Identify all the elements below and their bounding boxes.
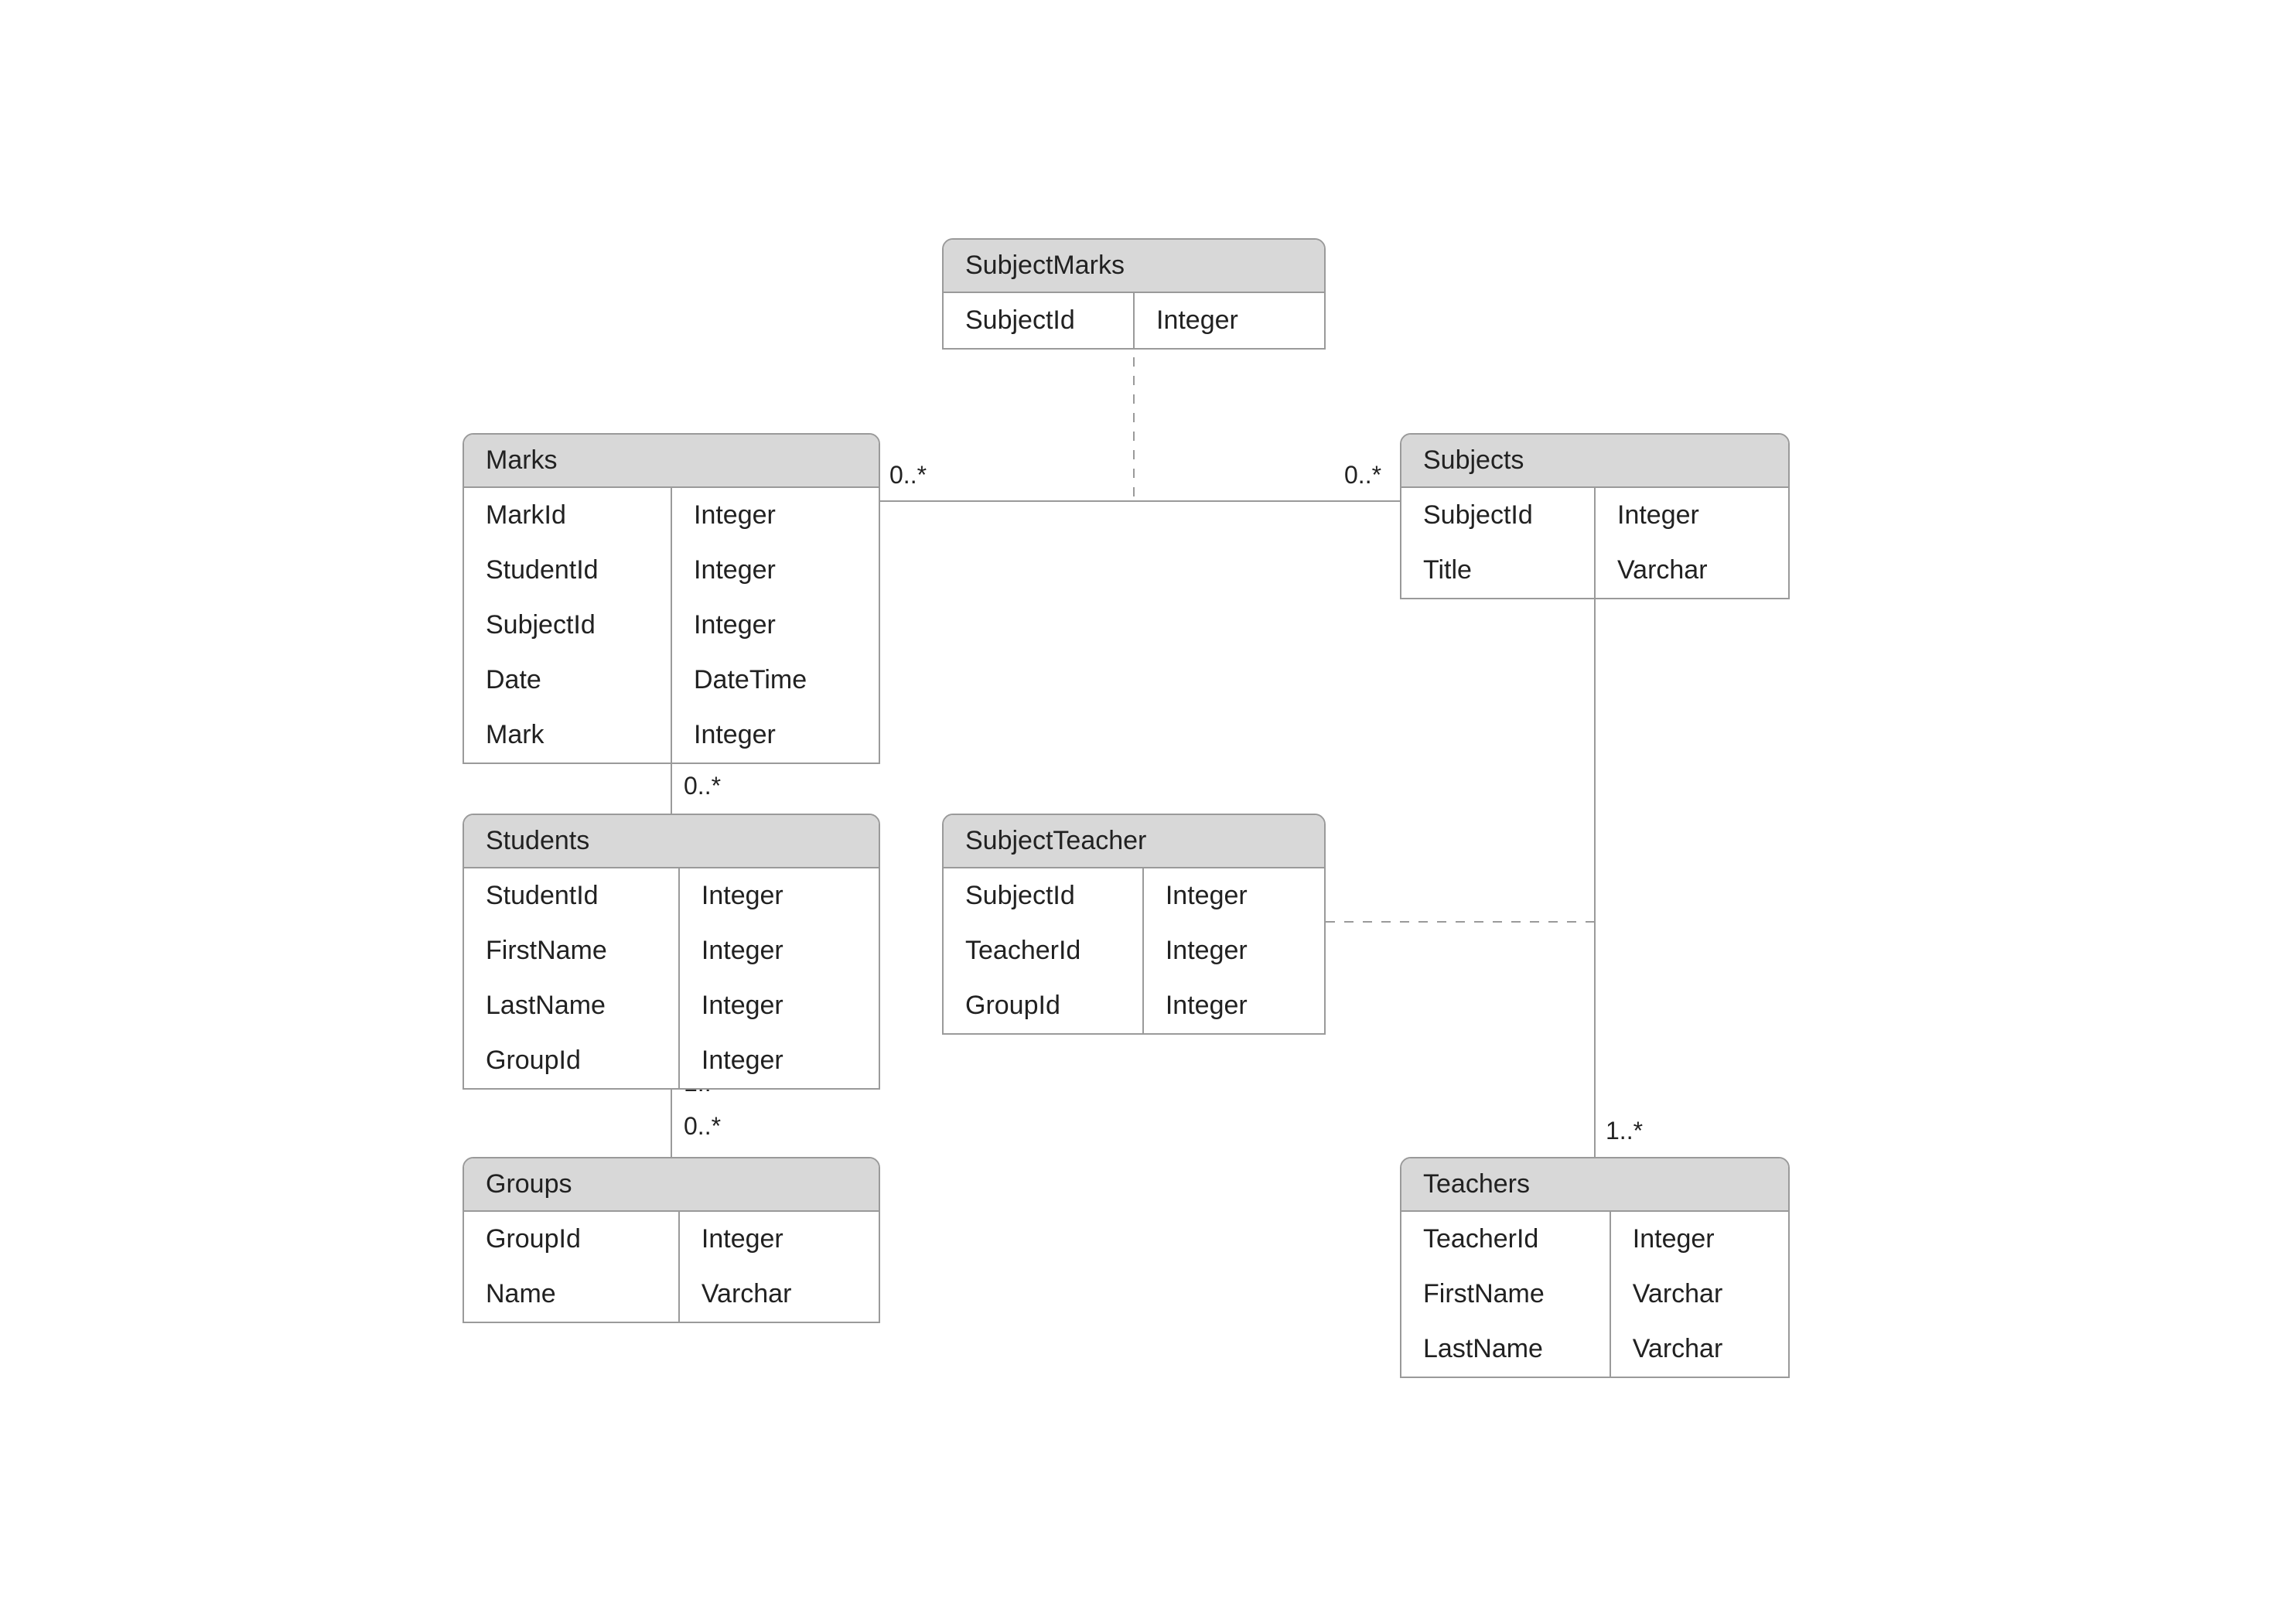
col-type: Integer bbox=[1144, 978, 1324, 1033]
col-type: Integer bbox=[680, 923, 879, 978]
col-type: Integer bbox=[1611, 1212, 1788, 1267]
col-name: MarkId bbox=[464, 488, 671, 543]
col-type: Integer bbox=[680, 1033, 879, 1088]
col-name: StudentId bbox=[464, 543, 671, 598]
col-name: FirstName bbox=[464, 923, 678, 978]
entity-teachers[interactable]: Teachers TeacherId FirstName LastName In… bbox=[1400, 1157, 1790, 1378]
col-name: SubjectId bbox=[944, 293, 1133, 348]
col-type: Integer bbox=[672, 598, 879, 653]
col-name: Title bbox=[1401, 543, 1594, 598]
entity-subjects[interactable]: Subjects SubjectId Title Integer Varchar bbox=[1400, 433, 1790, 599]
col-name: LastName bbox=[1401, 1322, 1610, 1377]
col-type: DateTime bbox=[672, 653, 879, 708]
entity-marks[interactable]: Marks MarkId StudentId SubjectId Date Ma… bbox=[463, 433, 880, 764]
col-name: SubjectId bbox=[1401, 488, 1594, 543]
col-name: StudentId bbox=[464, 868, 678, 923]
entity-title: Subjects bbox=[1401, 435, 1788, 488]
col-name: Name bbox=[464, 1267, 678, 1322]
mult-marks-right: 0..* bbox=[889, 461, 927, 490]
entity-title: Groups bbox=[464, 1158, 879, 1212]
mult-students-up: 0..* bbox=[684, 772, 721, 800]
mult-groups-up: 0..* bbox=[684, 1112, 721, 1141]
entity-title: SubjectTeacher bbox=[944, 815, 1324, 868]
entity-groups[interactable]: Groups GroupId Name Integer Varchar bbox=[463, 1157, 880, 1323]
col-type: Varchar bbox=[1596, 543, 1788, 598]
col-name: SubjectId bbox=[464, 598, 671, 653]
mult-teachers-up: 1..* bbox=[1606, 1117, 1643, 1145]
entity-subjectteacher[interactable]: SubjectTeacher SubjectId TeacherId Group… bbox=[942, 814, 1326, 1035]
col-type: Integer bbox=[672, 543, 879, 598]
col-name: Mark bbox=[464, 708, 671, 763]
col-name: GroupId bbox=[464, 1033, 678, 1088]
entity-students[interactable]: Students StudentId FirstName LastName Gr… bbox=[463, 814, 880, 1090]
col-name: GroupId bbox=[464, 1212, 678, 1267]
entity-title: Marks bbox=[464, 435, 879, 488]
col-type: Integer bbox=[1144, 868, 1324, 923]
mult-subjects-left: 0..* bbox=[1344, 461, 1381, 490]
col-type: Integer bbox=[680, 978, 879, 1033]
col-type: Varchar bbox=[680, 1267, 879, 1322]
col-name: FirstName bbox=[1401, 1267, 1610, 1322]
diagram-canvas: 0..* 0..* 1..* 1..* 0..* 0..* 1..* 0..* … bbox=[0, 0, 2294, 1624]
col-type: Integer bbox=[680, 868, 879, 923]
col-type: Integer bbox=[1135, 293, 1324, 348]
col-type: Integer bbox=[672, 708, 879, 763]
entity-title: SubjectMarks bbox=[944, 240, 1324, 293]
col-type: Integer bbox=[1144, 923, 1324, 978]
col-name: GroupId bbox=[944, 978, 1142, 1033]
col-type: Integer bbox=[1596, 488, 1788, 543]
col-name: LastName bbox=[464, 978, 678, 1033]
col-type: Varchar bbox=[1611, 1267, 1788, 1322]
col-name: Date bbox=[464, 653, 671, 708]
col-type: Varchar bbox=[1611, 1322, 1788, 1377]
col-name: SubjectId bbox=[944, 868, 1142, 923]
entity-title: Students bbox=[464, 815, 879, 868]
col-name: TeacherId bbox=[1401, 1212, 1610, 1267]
col-type: Integer bbox=[680, 1212, 879, 1267]
col-type: Integer bbox=[672, 488, 879, 543]
col-name: TeacherId bbox=[944, 923, 1142, 978]
entity-subjectmarks[interactable]: SubjectMarks SubjectId Integer bbox=[942, 238, 1326, 350]
entity-title: Teachers bbox=[1401, 1158, 1788, 1212]
